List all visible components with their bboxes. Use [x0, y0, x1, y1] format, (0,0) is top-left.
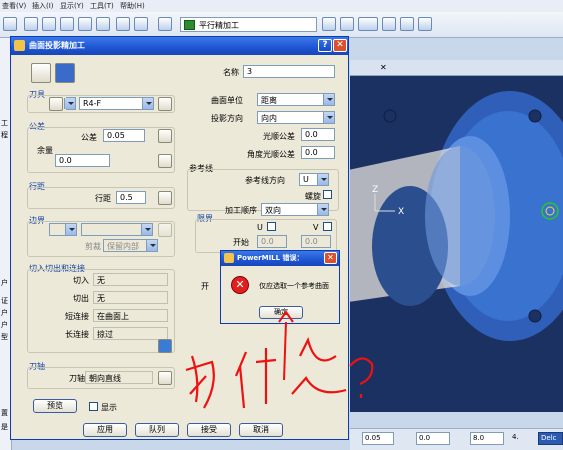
handwritten-annotation: [185, 310, 374, 409]
